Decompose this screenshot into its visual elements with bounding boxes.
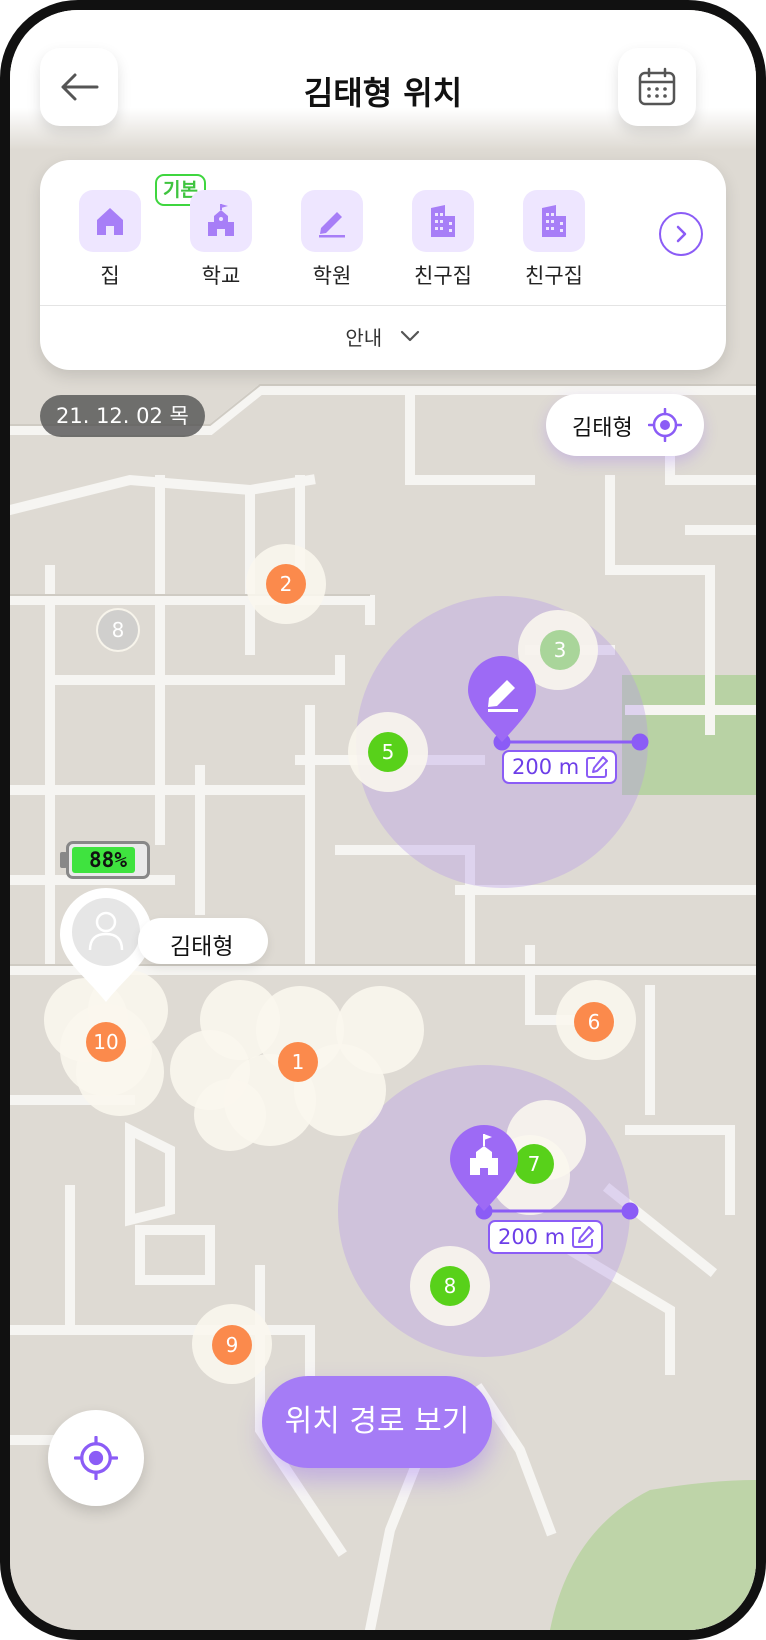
location-marker-2[interactable]: 2 (266, 564, 306, 604)
svg-text:7: 7 (528, 1152, 541, 1176)
crosshair-icon (74, 1436, 118, 1480)
geofence-radius-label-school[interactable]: 200 m (488, 1220, 604, 1254)
svg-text:10: 10 (93, 1030, 118, 1054)
location-marker-8[interactable]: 8 (430, 1266, 470, 1306)
user-name: 김태형 (170, 934, 234, 960)
places-card: 집 기본 학교 학원 친구집 친구집 안내 (40, 160, 726, 370)
pencil-icon (301, 190, 363, 252)
place-academy[interactable]: 학원 (282, 190, 382, 290)
my-location-button[interactable] (48, 1410, 144, 1506)
chevron-right-icon (676, 225, 687, 243)
child-name: 김태형 (572, 416, 633, 441)
place-label: 집 (100, 264, 120, 288)
radius-drag-handle[interactable] (621, 1202, 639, 1220)
place-friend-house-2[interactable]: 친구집 (504, 190, 604, 290)
place-label: 학원 (312, 264, 352, 288)
building-icon (523, 190, 585, 252)
location-marker-7[interactable]: 7 (514, 1144, 554, 1184)
guide-toggle[interactable]: 안내 (40, 322, 726, 351)
svg-text:8: 8 (112, 618, 125, 642)
svg-text:6: 6 (588, 1010, 601, 1034)
svg-text:5: 5 (382, 740, 395, 764)
location-marker-3[interactable]: 3 (540, 630, 580, 670)
date-badge[interactable]: 21. 12. 02 목 (40, 395, 205, 437)
places-next-button[interactable] (659, 212, 703, 256)
card-divider (40, 305, 726, 306)
location-marker-5[interactable]: 5 (368, 732, 408, 772)
location-marker-9[interactable]: 9 (212, 1325, 252, 1365)
location-marker-1[interactable]: 1 (278, 1042, 318, 1082)
home-icon (79, 190, 141, 252)
svg-text:3: 3 (554, 638, 567, 662)
calendar-button[interactable] (618, 48, 696, 126)
battery-percent: 88% (89, 848, 127, 872)
place-school[interactable]: 학교 (171, 190, 271, 290)
chevron-down-icon (400, 330, 419, 342)
edit-icon (586, 756, 609, 778)
geofence-radius-label-academy[interactable]: 200 m (502, 750, 618, 784)
place-friend-house-1[interactable]: 친구집 (393, 190, 493, 290)
place-label: 학교 (201, 264, 241, 288)
place-home[interactable]: 집 (60, 190, 160, 290)
target-icon (648, 408, 682, 442)
location-marker-6[interactable]: 6 (574, 1002, 614, 1042)
svg-text:1: 1 (292, 1050, 305, 1074)
calendar-icon (638, 67, 676, 106)
guide-label: 안내 (345, 326, 383, 350)
radius-value: 200 m (498, 1225, 566, 1249)
edit-icon (572, 1226, 595, 1248)
svg-text:2: 2 (280, 572, 293, 596)
radius-drag-handle[interactable] (631, 733, 649, 751)
building-icon (412, 190, 474, 252)
svg-text:8: 8 (444, 1274, 457, 1298)
location-marker-8-faded[interactable]: 8 (98, 610, 138, 650)
user-name-label[interactable]: 김태형 (138, 918, 268, 964)
battery-indicator: 88% (60, 841, 150, 879)
radius-value: 200 m (512, 755, 580, 779)
svg-text:9: 9 (226, 1333, 239, 1357)
school-icon (190, 190, 252, 252)
phone-frame: 1 2 3 5 6 7 8 8 9 10 김태형 위치 집 기본 학교 학원 친… (0, 0, 766, 1640)
location-marker-10[interactable]: 10 (86, 1022, 126, 1062)
place-label: 친구집 (414, 264, 472, 288)
view-route-button[interactable]: 위치 경로 보기 (262, 1376, 492, 1468)
child-locate-button[interactable]: 김태형 (546, 394, 704, 456)
place-label: 친구집 (525, 264, 583, 288)
